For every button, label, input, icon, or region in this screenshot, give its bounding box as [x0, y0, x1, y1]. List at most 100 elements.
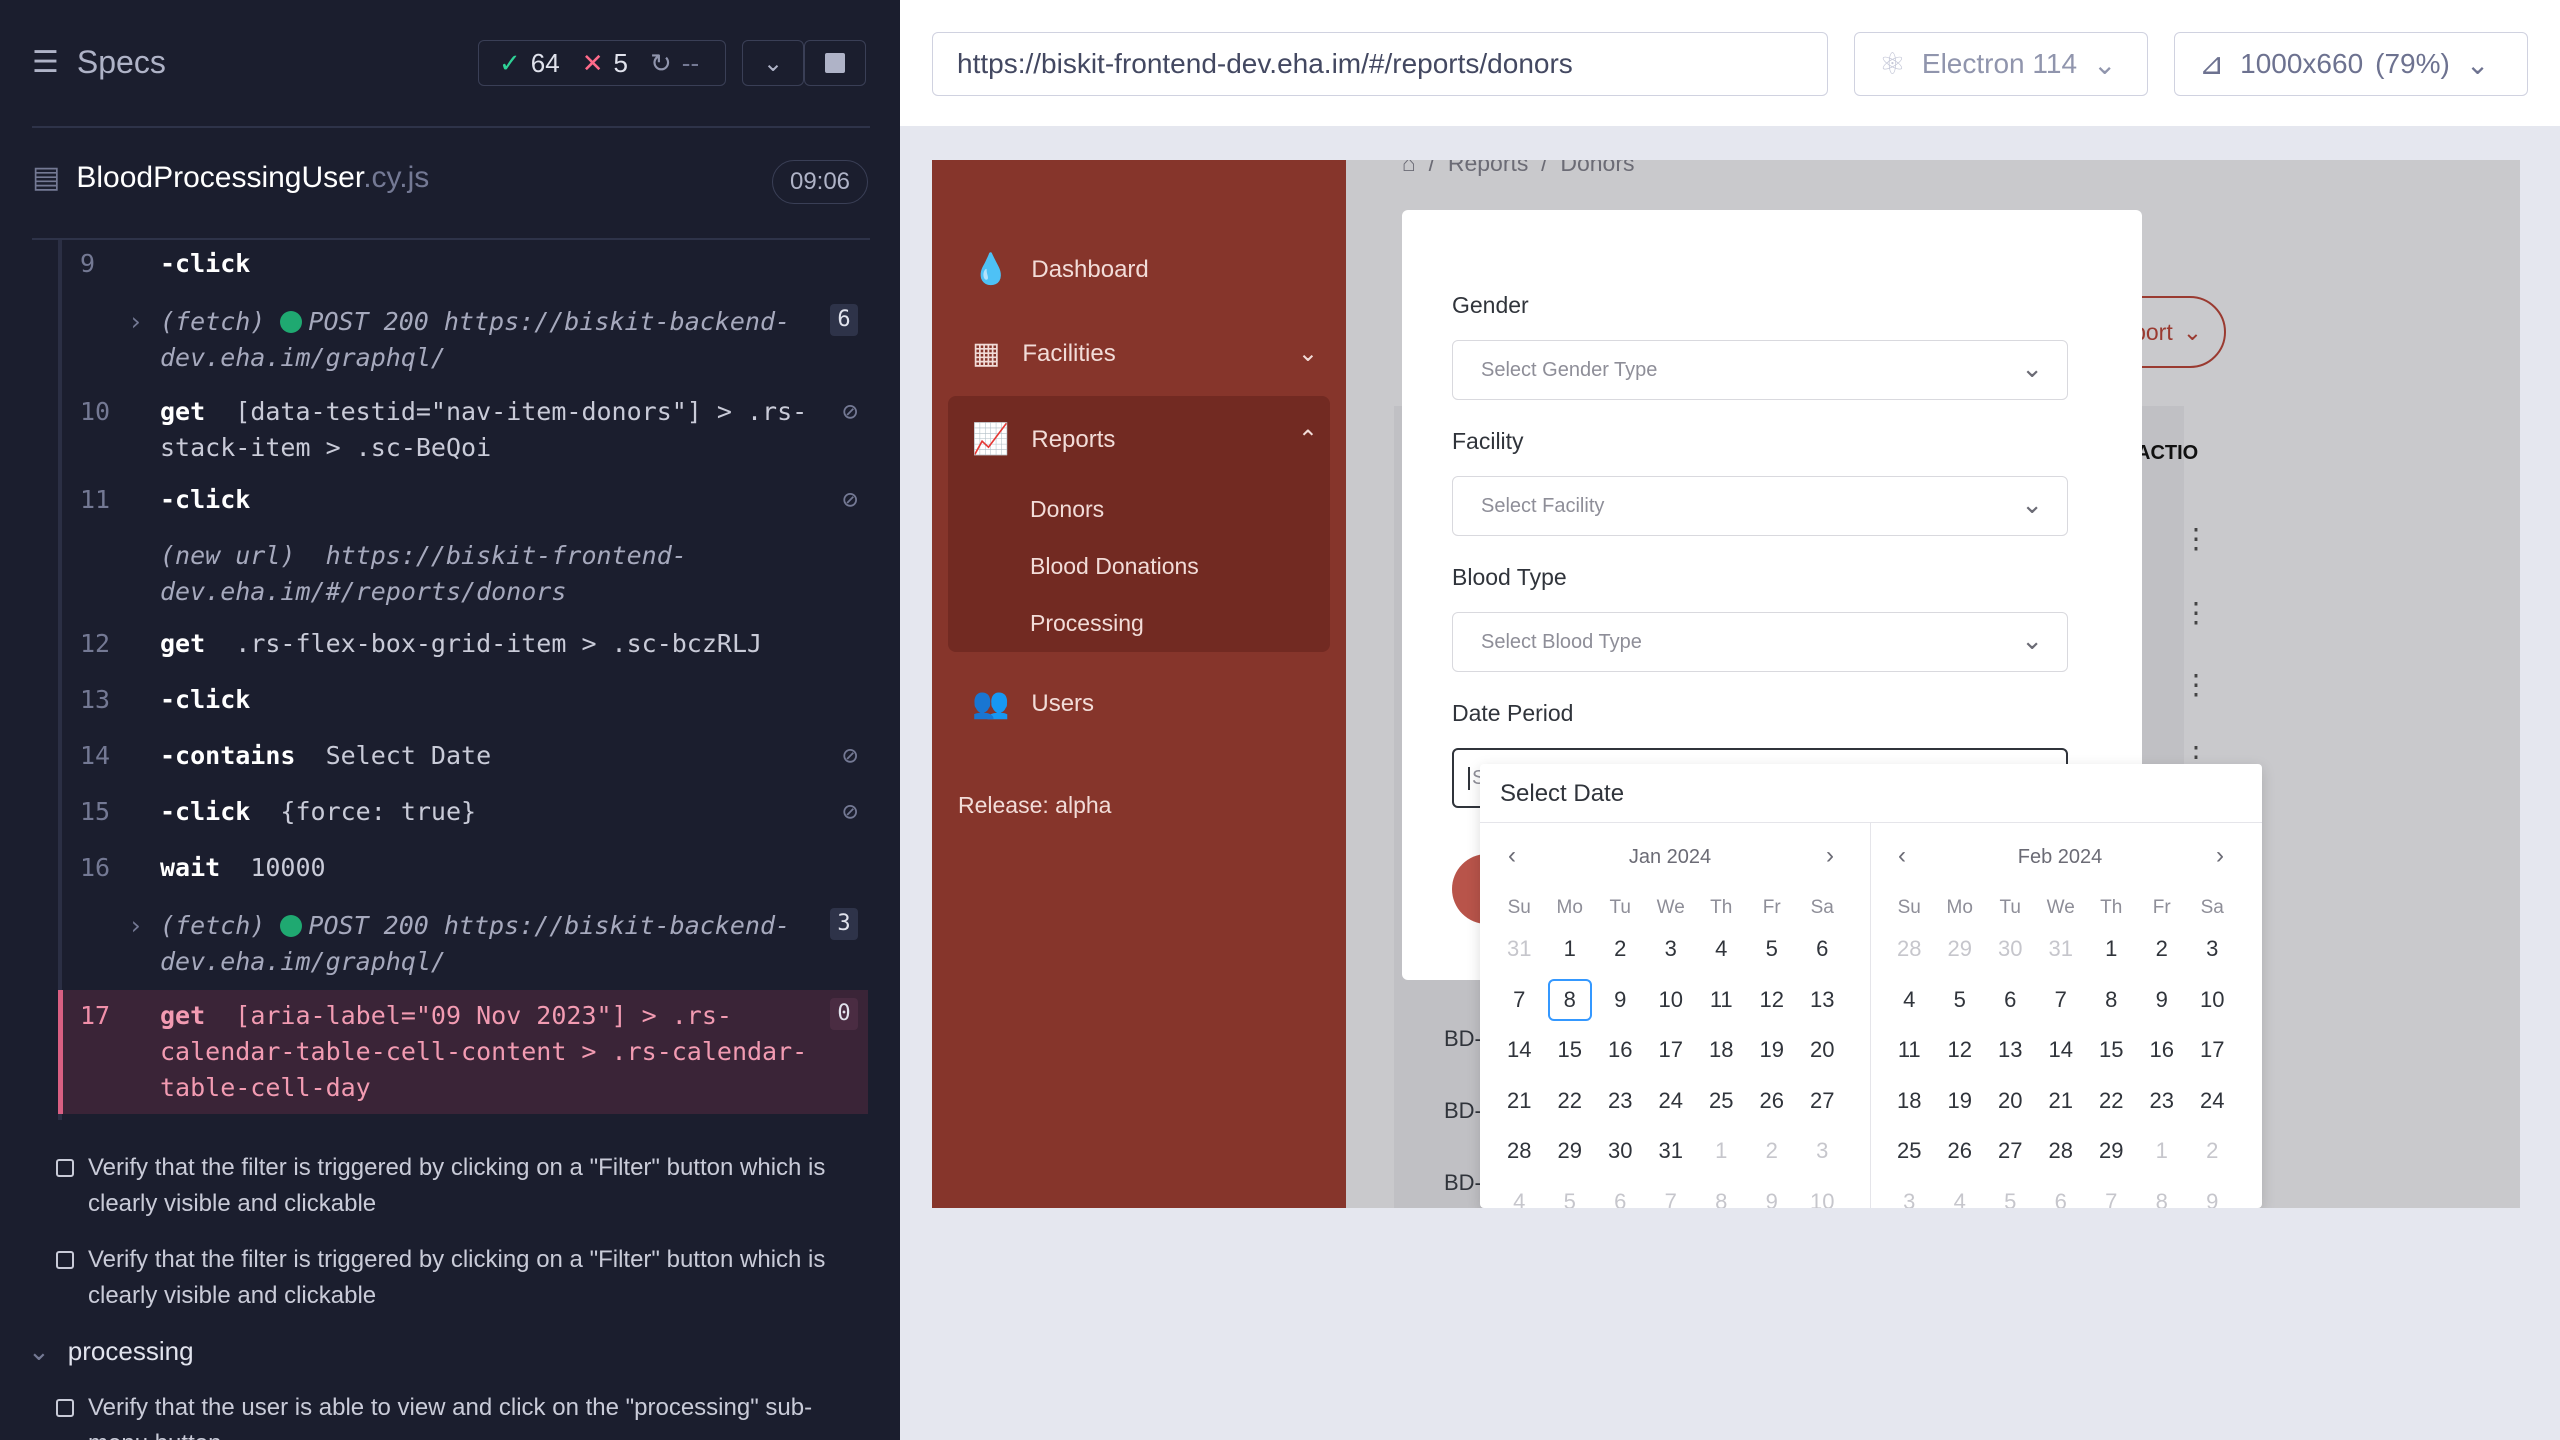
calendar-day[interactable]: 9	[1747, 1177, 1798, 1208]
calendar-day[interactable]: 14	[1494, 1025, 1545, 1076]
calendar-day[interactable]: 1	[2137, 1126, 2188, 1177]
calendar-day[interactable]: 29	[1545, 1126, 1596, 1177]
calendar-day[interactable]: 13	[1797, 975, 1848, 1026]
calendar-day[interactable]: 8	[1547, 978, 1592, 1021]
active-command-row[interactable]: 17 get [aria-label="09 Nov 2023"] > .rs-…	[58, 990, 868, 1114]
calendar-day[interactable]: 2	[1747, 1126, 1798, 1177]
calendar-day[interactable]: 12	[1747, 975, 1798, 1026]
calendar-day[interactable]: 8	[1696, 1177, 1747, 1208]
nav-blood-donations[interactable]: Blood Donations	[1030, 553, 1199, 580]
calendar-day[interactable]: 3	[2187, 924, 2238, 975]
calendar-day[interactable]: 20	[1985, 1076, 2036, 1127]
calendar-day[interactable]: 26	[1935, 1126, 1986, 1177]
calendar-day[interactable]: 15	[2086, 1025, 2137, 1076]
next-month-icon[interactable]: ›	[1826, 842, 1834, 870]
calendar-day[interactable]: 6	[1985, 975, 2036, 1026]
calendar-day[interactable]: 6	[2036, 1177, 2087, 1208]
calendar-day[interactable]: 23	[2137, 1076, 2188, 1127]
calendar-day[interactable]: 8	[2086, 975, 2137, 1026]
calendar-day[interactable]: 29	[2086, 1126, 2137, 1177]
stop-button[interactable]	[804, 40, 866, 86]
url-bar[interactable]: https://biskit-frontend-dev.eha.im/#/rep…	[932, 32, 1828, 96]
calendar-day[interactable]: 22	[1545, 1076, 1596, 1127]
calendar-day[interactable]: 31	[1646, 1126, 1697, 1177]
calendar-day[interactable]: 28	[2036, 1126, 2087, 1177]
test-item[interactable]: Verify that the user is able to view and…	[56, 1390, 856, 1440]
calendar-day[interactable]: 2	[1595, 924, 1646, 975]
calendar-day[interactable]: 5	[1747, 924, 1798, 975]
blood-type-select[interactable]: Select Blood Type ⌄	[1452, 612, 2068, 672]
calendar-day[interactable]: 31	[2036, 924, 2087, 975]
calendar-day[interactable]: 3	[1646, 924, 1697, 975]
row-menu-icon[interactable]: ⋮	[2182, 668, 2210, 701]
nav-donors[interactable]: Donors	[1030, 496, 1104, 523]
calendar-day[interactable]: 3	[1884, 1177, 1935, 1208]
calendar-day[interactable]: 21	[2036, 1076, 2087, 1127]
command-row[interactable]: 15 -click {force: true} ⊘	[58, 794, 868, 834]
command-row[interactable]: 13 -click	[58, 682, 868, 722]
facility-select[interactable]: Select Facility ⌄	[1452, 476, 2068, 536]
calendar-day[interactable]: 19	[1935, 1076, 1986, 1127]
command-row[interactable]: 11 -click ⊘	[58, 482, 868, 522]
command-row[interactable]: (new url) https://biskit-frontend-dev.eh…	[58, 538, 868, 614]
calendar-day[interactable]: 4	[1935, 1177, 1986, 1208]
calendar-day[interactable]: 6	[1797, 924, 1848, 975]
specs-list-icon[interactable]: ☰	[32, 45, 59, 80]
calendar-day[interactable]: 25	[1696, 1076, 1747, 1127]
calendar-day[interactable]: 4	[1696, 924, 1747, 975]
calendar-day[interactable]: 10	[2187, 975, 2238, 1026]
calendar-day[interactable]: 30	[1595, 1126, 1646, 1177]
row-menu-icon[interactable]: ⋮	[2182, 522, 2210, 555]
calendar-day[interactable]: 10	[1646, 975, 1697, 1026]
command-row[interactable]: 10 get [data-testid="nav-item-donors"] >…	[58, 394, 868, 470]
specs-header[interactable]: ☰ Specs	[32, 44, 166, 81]
calendar-day[interactable]: 28	[1884, 924, 1935, 975]
nav-dashboard[interactable]: 💧 Dashboard	[972, 252, 1149, 287]
spec-file[interactable]: ▤ BloodProcessingUser.cy.js	[32, 160, 429, 195]
calendar-day[interactable]: 20	[1797, 1025, 1848, 1076]
collapse-button[interactable]: ⌄	[742, 40, 804, 86]
calendar-day[interactable]: 7	[2036, 975, 2087, 1026]
calendar-day[interactable]: 9	[2187, 1177, 2238, 1208]
calendar-day[interactable]: 7	[2086, 1177, 2137, 1208]
calendar-day[interactable]: 12	[1935, 1025, 1986, 1076]
calendar-day[interactable]: 22	[2086, 1076, 2137, 1127]
next-month-icon[interactable]: ›	[2216, 842, 2224, 870]
calendar-day[interactable]: 14	[2036, 1025, 2087, 1076]
calendar-day[interactable]: 11	[1696, 975, 1747, 1026]
calendar-day[interactable]: 15	[1545, 1025, 1596, 1076]
suite-processing[interactable]: ⌄ processing	[28, 1336, 194, 1367]
month-title[interactable]: Feb 2024	[1870, 846, 2250, 869]
calendar-day[interactable]: 17	[2187, 1025, 2238, 1076]
calendar-day[interactable]: 24	[2187, 1076, 2238, 1127]
test-item[interactable]: Verify that the filter is triggered by c…	[56, 1150, 856, 1222]
command-row[interactable]: 14 -contains Select Date ⊘	[58, 738, 868, 778]
calendar-day[interactable]: 13	[1985, 1025, 2036, 1076]
command-row[interactable]: 16 wait 10000	[58, 850, 868, 890]
command-row[interactable]: 12 get .rs-flex-box-grid-item > .sc-bczR…	[58, 626, 868, 666]
calendar-day[interactable]: 5	[1545, 1177, 1596, 1208]
calendar-day[interactable]: 21	[1494, 1076, 1545, 1127]
nav-users[interactable]: 👥 Users	[972, 686, 1094, 721]
calendar-day[interactable]: 17	[1646, 1025, 1697, 1076]
calendar-day[interactable]: 25	[1884, 1126, 1935, 1177]
calendar-day[interactable]: 16	[2137, 1025, 2188, 1076]
command-row[interactable]: 9 -click	[58, 246, 868, 286]
calendar-day[interactable]: 9	[2137, 975, 2188, 1026]
calendar-day[interactable]: 23	[1595, 1076, 1646, 1127]
calendar-day[interactable]: 4	[1884, 975, 1935, 1026]
command-row[interactable]: › (fetch) POST 200 https://biskit-backen…	[58, 304, 868, 380]
home-icon[interactable]: ⌂	[1402, 160, 1416, 176]
calendar-day[interactable]: 11	[1884, 1025, 1935, 1076]
nav-processing[interactable]: Processing	[1030, 610, 1144, 637]
calendar-day[interactable]: 27	[1985, 1126, 2036, 1177]
calendar-day[interactable]: 5	[1985, 1177, 2036, 1208]
viewport-selector[interactable]: ⊿ 1000x660 (79%) ⌄	[2174, 32, 2528, 96]
calendar-day[interactable]: 2	[2137, 924, 2188, 975]
nav-facilities[interactable]: ▦ Facilities ⌄	[972, 336, 1318, 371]
calendar-day[interactable]: 7	[1494, 975, 1545, 1026]
calendar-day[interactable]: 1	[2086, 924, 2137, 975]
gender-select[interactable]: Select Gender Type ⌄	[1452, 340, 2068, 400]
calendar-day[interactable]: 18	[1696, 1025, 1747, 1076]
command-row[interactable]: › (fetch) POST 200 https://biskit-backen…	[58, 908, 868, 984]
